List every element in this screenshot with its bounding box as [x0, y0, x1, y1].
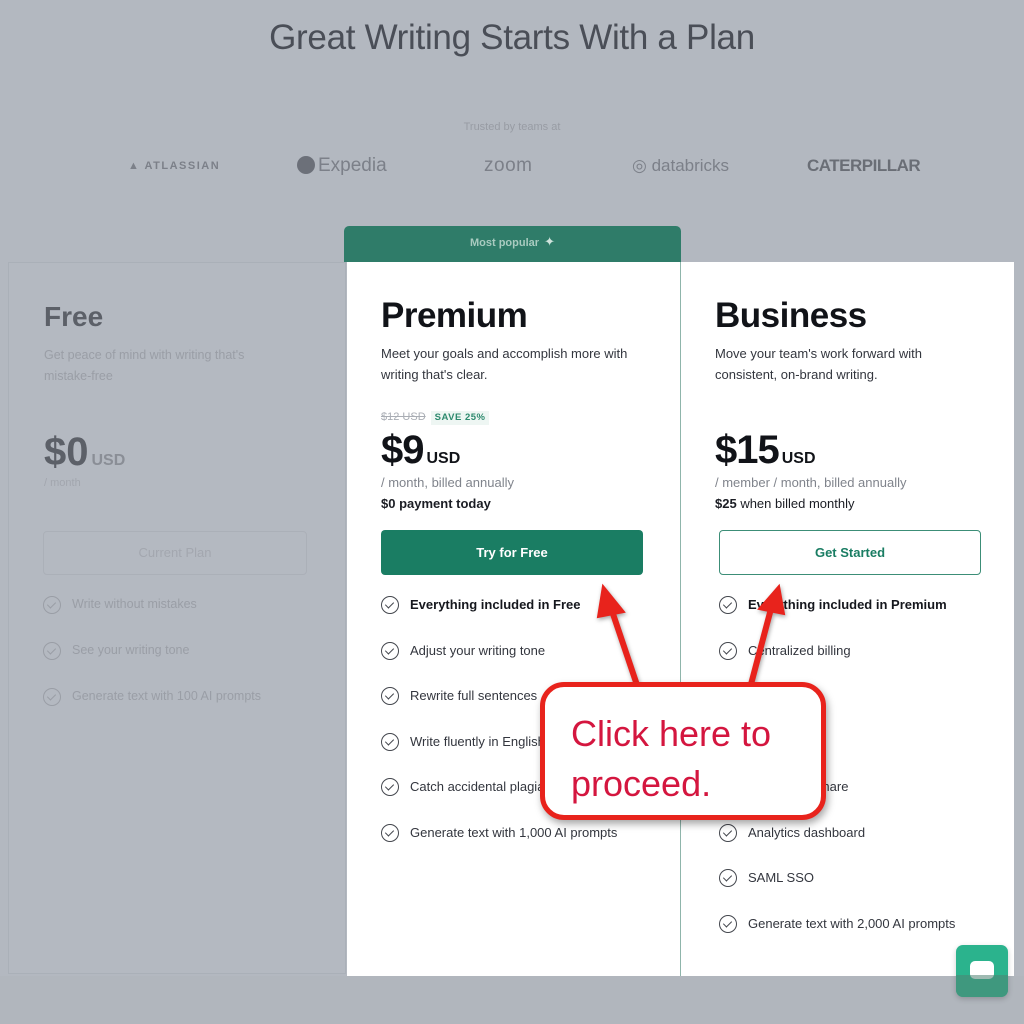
- get-started-button[interactable]: Get Started: [719, 530, 981, 575]
- plan-price: $15 USD: [715, 428, 816, 473]
- feature-text: Write fluently in English: [410, 733, 545, 749]
- chat-button-shadow: [956, 975, 1008, 997]
- feature-text: Everything included in Free: [410, 597, 581, 612]
- plan-price: $9 USD: [381, 428, 460, 473]
- feature-item: Generate text with 2,000 AI prompts: [719, 914, 956, 962]
- feature-item: Everything included in Premium: [719, 596, 955, 643]
- plan-name: Free: [44, 301, 104, 332]
- price-period: / member / month, billed annually: [715, 475, 907, 490]
- feature-text: Adjust your writing tone: [410, 642, 546, 658]
- most-popular-label: Most popular: [469, 237, 540, 249]
- price-amount: $9: [381, 428, 424, 472]
- price-period: / month: [44, 477, 81, 489]
- feature-item: SAML SSO: [719, 869, 955, 916]
- try-for-free-button[interactable]: Try for Free: [381, 530, 643, 575]
- feature-text: Everything included in Premium: [748, 597, 947, 612]
- plan-price: $0 USD: [44, 430, 125, 475]
- price-currency: USD: [781, 450, 816, 467]
- payment-note-text: $0 payment today: [381, 496, 491, 511]
- check-circle-icon: [381, 641, 399, 660]
- sparkle-icon: ✦: [544, 234, 556, 249]
- check-circle-icon: [381, 823, 399, 842]
- check-circle-icon: [719, 869, 737, 887]
- feature-item: Generate text with 100 AI prompts: [43, 688, 261, 735]
- feature-item: Everything included in Free: [381, 596, 617, 643]
- save-badge: SAVE 25%: [430, 411, 490, 425]
- check-circle-icon: [719, 641, 737, 660]
- check-circle-icon: [719, 914, 737, 933]
- expedia-icon: [297, 156, 315, 174]
- logo-expedia: Expedia: [297, 150, 387, 182]
- feature-text: Write without mistakes: [72, 597, 197, 611]
- feature-text: See your writing tone: [72, 643, 190, 657]
- payment-note: $0 payment today: [381, 496, 491, 511]
- price-currency: USD: [426, 450, 461, 467]
- logo-zoom: zoom: [484, 155, 533, 176]
- feature-text: Generate text with 100 AI prompts: [72, 689, 261, 703]
- price-amount: $0: [44, 430, 89, 474]
- discount-row: $12 USD SAVE 25%: [381, 411, 490, 425]
- annotation-callout: Click here to proceed.: [540, 682, 826, 820]
- check-circle-icon: [381, 778, 399, 796]
- callout-line-1: Click here to: [571, 713, 772, 754]
- logo-databricks-text: databricks: [651, 156, 730, 175]
- plan-card-business: Business Move your team's work forward w…: [681, 262, 1014, 976]
- check-circle-icon: [381, 687, 399, 705]
- page-title: Great Writing Starts With a Plan: [269, 18, 755, 57]
- price-currency: USD: [91, 452, 126, 469]
- feature-text: Generate text with 1,000 AI prompts: [410, 824, 618, 840]
- feature-text: Rewrite full sentences: [410, 688, 538, 703]
- most-popular-banner: Most popular ✦: [344, 226, 681, 262]
- customer-logos: ▲ ATLASSIAN Expedia zoom ◎ databricks CA…: [0, 150, 1024, 182]
- plan-card-free: Free Get peace of mind with writing that…: [8, 262, 346, 974]
- check-circle-icon: [381, 732, 399, 751]
- monthly-price-note: $25 when billed monthly: [715, 496, 855, 511]
- logo-atlassian: ▲ ATLASSIAN: [128, 160, 221, 172]
- feature-text: Generate text with 2,000 AI prompts: [748, 915, 956, 931]
- logo-atlassian-text: ATLASSIAN: [144, 160, 221, 172]
- original-price: $12 USD: [381, 411, 426, 423]
- logo-caterpillar: CATERPILLAR: [807, 156, 921, 175]
- check-circle-icon: [719, 823, 737, 842]
- plan-description: Get peace of mind with writing that's mi…: [44, 348, 245, 383]
- trusted-by-label: Trusted by teams at: [463, 121, 561, 133]
- price-period: / month, billed annually: [381, 475, 514, 490]
- feature-list: Write without mistakes See your writing …: [43, 596, 261, 735]
- current-plan-button[interactable]: Current Plan: [43, 531, 307, 575]
- plan-description: Meet your goals and accomplish more with…: [381, 346, 628, 382]
- plan-name: Business: [715, 296, 867, 335]
- price-amount: $15: [715, 428, 780, 472]
- monthly-price: $25: [715, 496, 737, 511]
- check-circle-icon: [43, 596, 61, 614]
- feature-text: SAML SSO: [748, 870, 814, 885]
- check-circle-icon: [719, 596, 737, 614]
- page-bottom-background: [0, 976, 1024, 1024]
- feature-text: Analytics dashboard: [748, 824, 866, 840]
- plan-name: Premium: [381, 296, 528, 335]
- logo-databricks: ◎ databricks: [632, 156, 730, 175]
- plan-card-premium: Premium Meet your goals and accomplish m…: [347, 262, 681, 976]
- check-circle-icon: [381, 596, 399, 614]
- monthly-price-text: when billed monthly: [736, 496, 855, 511]
- feature-item: Write without mistakes: [43, 596, 261, 643]
- check-circle-icon: [43, 642, 61, 660]
- check-circle-icon: [43, 688, 61, 706]
- callout-line-2: proceed.: [571, 763, 712, 804]
- logo-expedia-text: Expedia: [318, 155, 387, 176]
- feature-item: Generate text with 1,000 AI prompts: [381, 823, 618, 871]
- feature-text: Centralized billing: [748, 642, 851, 658]
- chat-support-button[interactable]: [956, 945, 1008, 997]
- plan-description: Move your team's work forward with consi…: [715, 346, 922, 382]
- feature-item: Analytics dashboard: [719, 823, 955, 871]
- feature-item: See your writing tone: [43, 642, 261, 689]
